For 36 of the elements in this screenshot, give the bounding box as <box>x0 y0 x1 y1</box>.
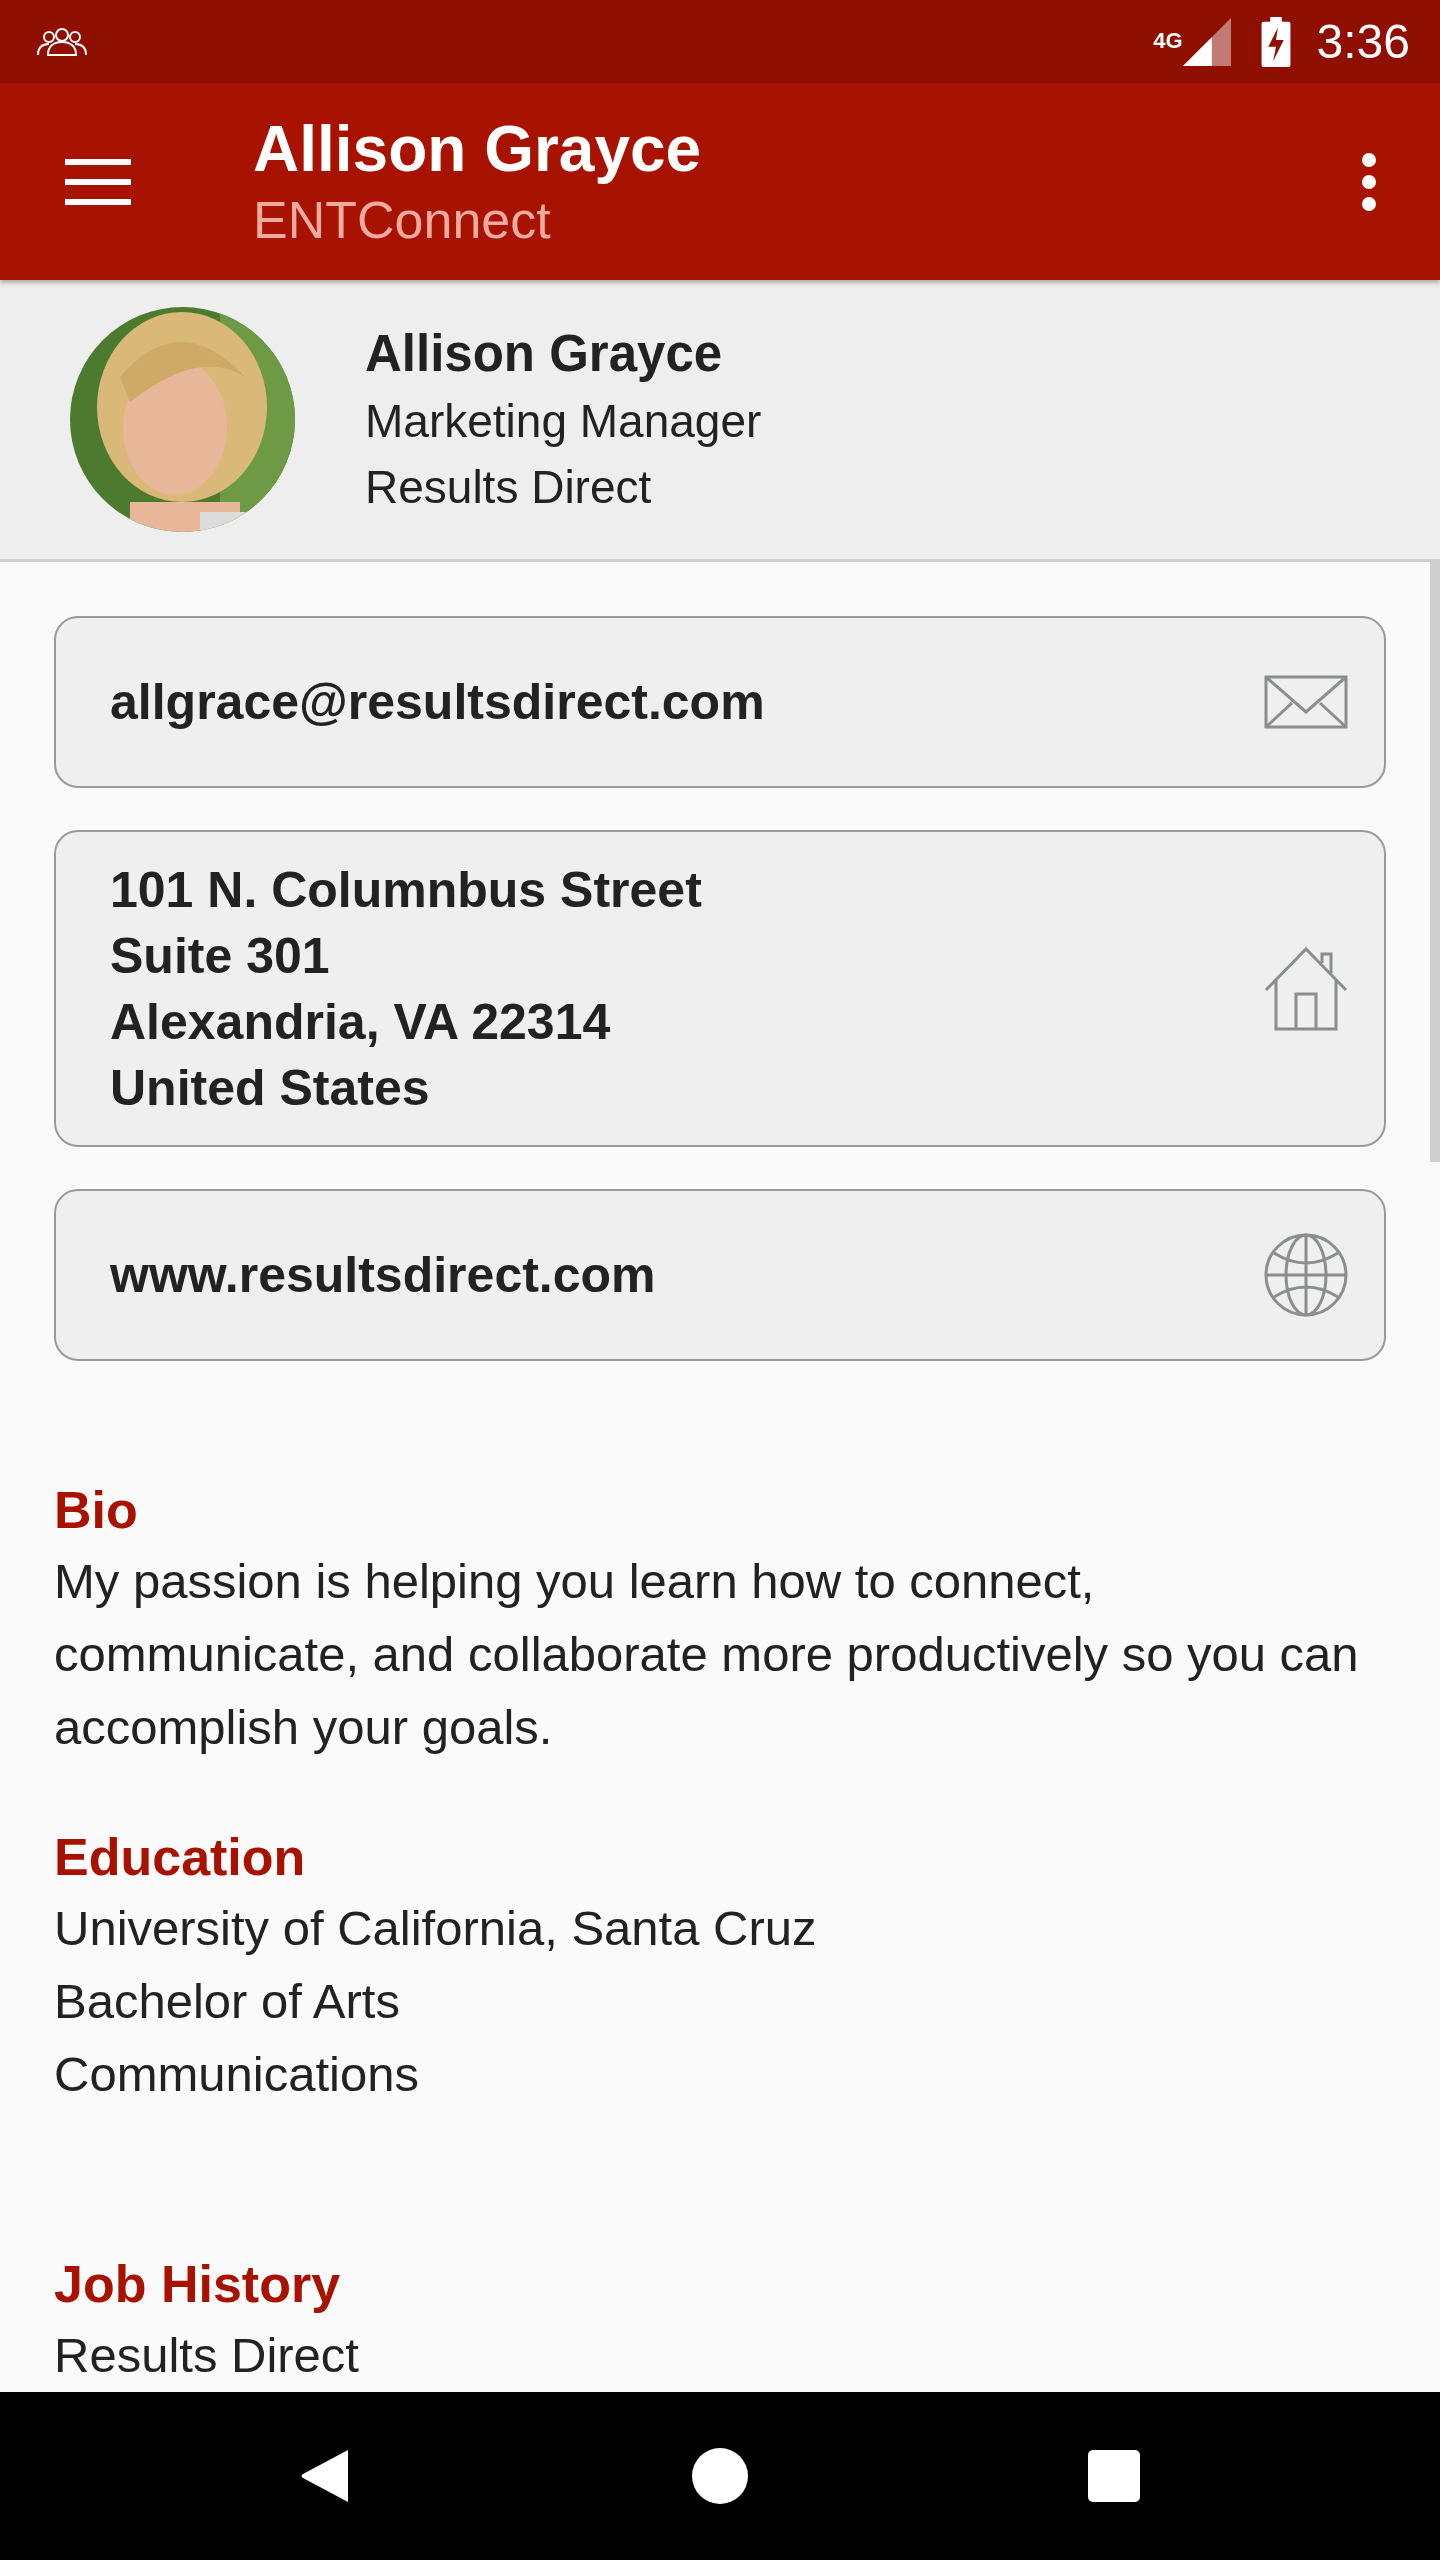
detail-line: Results Direct <box>54 2327 360 2384</box>
address-line: United States <box>110 1058 431 1118</box>
website-card[interactable]: www.resultsdirect.com <box>54 1189 1386 1361</box>
profile-name: Allison Grayce <box>365 323 724 384</box>
section-heading: Education <box>54 1827 307 1888</box>
more-options-button[interactable] <box>1362 152 1376 211</box>
group-icon <box>34 26 90 57</box>
network-label: 4G <box>1153 28 1183 54</box>
email-address: allgrace@resultsdirect.com <box>110 673 765 732</box>
detail-line: Bachelor of Arts <box>54 1973 401 2030</box>
address-line: Suite 301 <box>110 926 331 986</box>
more-options-icon <box>1362 152 1376 211</box>
email-card[interactable]: allgrace@resultsdirect.com <box>54 616 1386 788</box>
home-button[interactable] <box>692 2448 748 2504</box>
section-heading: Bio <box>54 1480 139 1541</box>
bio-text: My passion is helping you learn how to connect, communicate, and collaborate more productively so you can accomplish your goals. <box>54 1553 1360 1756</box>
company-name: Results Direct <box>365 459 653 515</box>
home-icon <box>692 2448 748 2504</box>
menu-button[interactable] <box>65 158 131 205</box>
globe-icon <box>1264 1233 1348 1317</box>
website-url: www.resultsdirect.com <box>110 1246 656 1305</box>
menu-icon <box>65 158 131 205</box>
clock: 3:36 <box>1316 14 1410 69</box>
detail-line: Communications <box>54 2046 420 2103</box>
recents-icon <box>1088 2450 1140 2502</box>
house-icon <box>1264 946 1348 1031</box>
address-card[interactable]: 101 N. Columnbus Street Suite 301 Alexandria, VA 22314 United States <box>54 830 1386 1147</box>
job-title: Marketing Manager <box>365 393 762 449</box>
detail-line: University of California, Santa Cruz <box>54 1900 818 1957</box>
address-line: 101 N. Columnbus Street <box>110 860 702 920</box>
address-line: Alexandria, VA 22314 <box>110 992 612 1052</box>
section-heading: Job History <box>54 2254 342 2315</box>
app-bar-subtitle: ENTConnect <box>253 189 552 251</box>
battery-charging-icon <box>1260 16 1291 67</box>
app-bar-title: Allison Grayce <box>253 111 702 187</box>
signal-icon <box>1182 17 1231 66</box>
